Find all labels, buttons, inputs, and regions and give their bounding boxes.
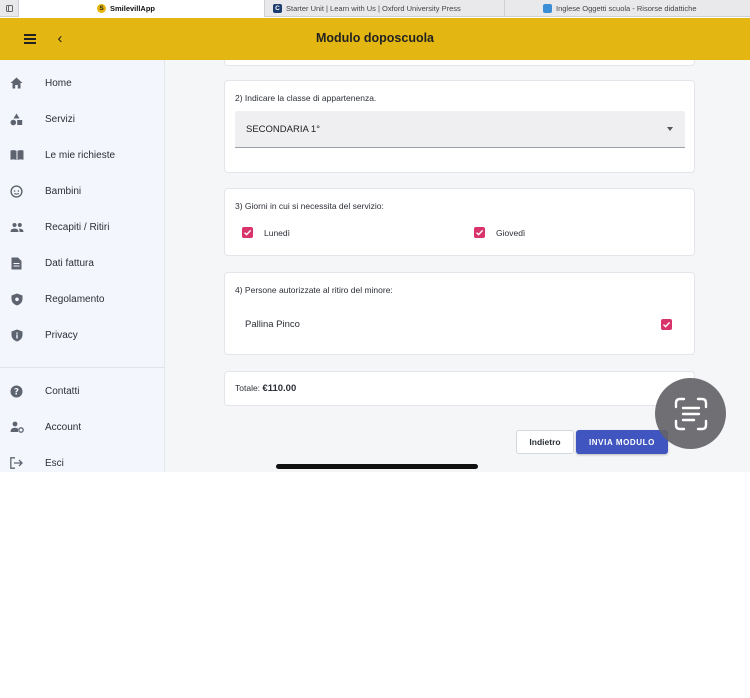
sidebar-item-servizi[interactable]: Servizi	[0, 105, 164, 133]
days-question-label: 3) Giorni in cui si necessita del serviz…	[235, 201, 384, 211]
blank-area	[0, 472, 750, 698]
sidebar-toggle-button[interactable]	[0, 0, 18, 17]
total-row: Totale: €110.00	[235, 383, 296, 394]
oxford-favicon-icon: C	[273, 4, 282, 13]
previous-card	[224, 60, 695, 66]
document-icon	[9, 256, 24, 271]
persons-card: 4) Persone autorizzate al ritiro del min…	[224, 272, 695, 355]
browser-tab-label: Starter Unit | Learn with Us | Oxford Un…	[286, 4, 461, 13]
sidebar-item-privacy[interactable]: Privacy	[0, 321, 164, 349]
caret-down-icon	[667, 127, 673, 131]
checkbox-checked-icon	[242, 227, 253, 238]
browser-tab-oxford[interactable]: C Starter Unit | Learn with Us | Oxford …	[264, 0, 504, 17]
class-card: 2) Indicare la classe di appartenenza. S…	[224, 80, 695, 173]
child-face-icon	[9, 184, 24, 199]
checkbox-checked-icon	[661, 319, 672, 330]
sidebar-item-label: Esci	[45, 457, 64, 469]
sidebar-item-regolamento[interactable]: Regolamento	[0, 285, 164, 313]
sidebar-item-label: Recapiti / Ritiri	[45, 221, 110, 233]
sidebar-item-label: Privacy	[45, 329, 78, 341]
total-card: Totale: €110.00	[224, 371, 695, 406]
sidebar-toggle-icon	[5, 5, 13, 12]
browser-tab-label: Inglese Oggetti scuola - Risorse didatti…	[556, 4, 697, 13]
submit-form-button[interactable]: INVIA MODULO	[576, 430, 668, 454]
class-select[interactable]: SECONDARIA 1°	[235, 111, 685, 148]
shield-icon	[9, 292, 24, 307]
sidebar-item-label: Bambini	[45, 185, 82, 197]
days-card: 3) Giorni in cui si necessita del serviz…	[224, 188, 695, 256]
shield-info-icon	[9, 328, 24, 343]
sidebar-item-label: Account	[45, 421, 82, 433]
day-checkbox-lunedi[interactable]: Lunedì	[242, 227, 290, 238]
page-title: Modulo doposcuola	[315, 31, 435, 45]
total-value: €110.00	[262, 383, 297, 394]
back-button[interactable]: Indietro	[516, 430, 574, 454]
people-icon	[9, 220, 24, 235]
persons-question-label: 4) Persone autorizzate al ritiro del min…	[235, 285, 393, 295]
book-icon	[9, 148, 24, 163]
help-icon: ?	[9, 384, 24, 399]
sidebar-item-label: Home	[45, 77, 72, 89]
checkbox-checked-icon	[474, 227, 485, 238]
total-label: Totale:	[235, 383, 261, 393]
browser-tab-smilevillapp[interactable]: S SmilevillApp	[18, 0, 264, 17]
day-label: Giovedì	[496, 227, 526, 238]
home-indicator[interactable]	[276, 464, 478, 469]
sidebar-item-label: Servizi	[45, 113, 76, 125]
sidebar-item-dati-fattura[interactable]: Dati fattura	[0, 249, 164, 277]
sidebar: Home Servizi Le mie richieste Bambini Re…	[0, 60, 165, 472]
sidebar-divider	[0, 367, 164, 368]
sidebar-item-label: Regolamento	[45, 293, 105, 305]
logout-icon	[9, 456, 24, 471]
browser-tab-label: SmilevillApp	[110, 4, 156, 13]
sidebar-item-account[interactable]: Account	[0, 413, 164, 441]
person-checkbox[interactable]	[661, 319, 672, 330]
day-checkbox-giovedi[interactable]: Giovedì	[474, 227, 525, 238]
svg-text:?: ?	[14, 387, 19, 397]
puzzle-favicon-icon	[543, 4, 552, 13]
sidebar-item-bambini[interactable]: Bambini	[0, 177, 164, 205]
smilevill-favicon-icon: S	[97, 4, 106, 13]
sidebar-item-label: Contatti	[45, 385, 80, 397]
account-settings-icon	[9, 420, 24, 435]
screenshot: S SmilevillApp C Starter Unit | Learn wi…	[0, 0, 750, 698]
sidebar-item-recapiti[interactable]: Recapiti / Ritiri	[0, 213, 164, 241]
live-text-scan-icon	[674, 397, 707, 430]
scan-text-button[interactable]	[655, 378, 726, 449]
sidebar-item-richieste[interactable]: Le mie richieste	[0, 141, 164, 169]
browser-tab-bar: S SmilevillApp C Starter Unit | Learn wi…	[0, 0, 750, 17]
home-icon	[9, 76, 24, 91]
day-label: Lunedì	[264, 227, 290, 238]
app-bar: ‹ Modulo doposcuola	[0, 18, 750, 60]
authorized-person-name: Pallina Pinco	[245, 319, 300, 330]
sidebar-item-contatti[interactable]: ? Contatti	[0, 377, 164, 405]
sidebar-item-home[interactable]: Home	[0, 69, 164, 97]
sidebar-item-label: Le mie richieste	[45, 149, 116, 161]
class-question-label: 2) Indicare la classe di appartenenza.	[235, 93, 377, 103]
class-select-value: SECONDARIA 1°	[246, 124, 321, 135]
browser-tab-inglese[interactable]: Inglese Oggetti scuola - Risorse didatti…	[504, 0, 750, 17]
sidebar-item-label: Dati fattura	[45, 257, 94, 269]
shapes-icon	[9, 112, 24, 127]
